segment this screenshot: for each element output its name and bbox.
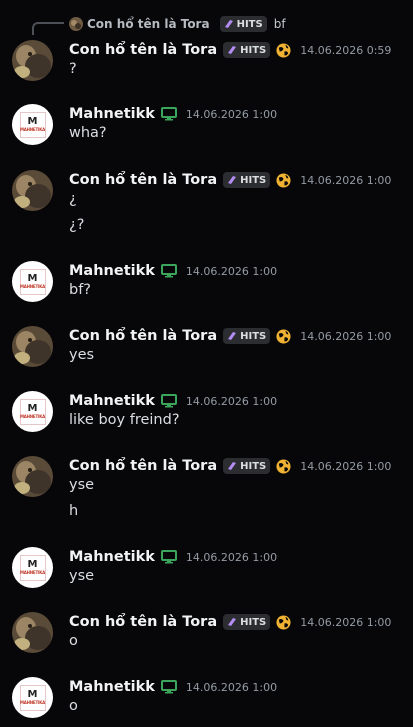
badge-label: HITS	[240, 616, 267, 628]
monitor-icon	[160, 394, 177, 408]
message-text: ¿?	[69, 217, 85, 233]
avatar-tora[interactable]	[12, 326, 53, 367]
logo-text: MAHNETIKA	[19, 700, 46, 705]
crystal-icon	[224, 20, 233, 28]
avatar-mahnetikk[interactable]: M MAHNETIKA	[12, 547, 53, 588]
timestamp: 14.06.2026 1:00	[185, 107, 278, 121]
reply-badge-label: HITS	[236, 18, 263, 30]
badge-label: HITS	[240, 174, 267, 186]
avatar-mahnetikk[interactable]: M MAHNETIKA	[12, 104, 53, 145]
reply-connector	[32, 22, 64, 35]
hits-badge: HITS	[223, 172, 271, 188]
avatar-mahnetikk[interactable]: M MAHNETIKA	[12, 391, 53, 432]
hits-badge: HITS	[223, 42, 271, 58]
logo-text: MAHNETIKA	[19, 570, 46, 575]
message-text: o	[69, 698, 78, 714]
timestamp: 14.06.2026 1:00	[300, 459, 392, 473]
author-name[interactable]: Con hổ tên là Tora	[69, 458, 217, 474]
badge-label: HITS	[240, 460, 267, 472]
reply-text[interactable]: bf	[274, 17, 286, 31]
reply-preview[interactable]: Con hổ tên là Tora HITS bf	[69, 15, 286, 33]
crystal-icon	[228, 46, 237, 54]
crystal-icon	[228, 618, 237, 626]
monitor-icon	[160, 680, 177, 694]
avatar-mahnetikk[interactable]: M MAHNETIKA	[12, 261, 53, 302]
message-text: h	[69, 503, 79, 519]
timestamp: 14.06.2026 1:00	[185, 394, 278, 408]
timestamp: 14.06.2026 1:00	[185, 264, 278, 278]
monitor-icon	[160, 264, 177, 278]
avatar-tora[interactable]	[12, 170, 53, 211]
reply-author[interactable]: Con hổ tên là Tora	[87, 17, 210, 31]
reply-badge: HITS	[219, 16, 267, 32]
avatar-tora[interactable]	[12, 40, 53, 81]
hits-badge: HITS	[223, 614, 271, 630]
badge-label: HITS	[240, 44, 267, 56]
avatar-mahnetikk[interactable]: M MAHNETIKA	[12, 677, 53, 718]
timestamp: 14.06.2026 1:00	[300, 615, 392, 629]
message-text: ?	[69, 61, 77, 77]
hits-badge: HITS	[223, 328, 271, 344]
timestamp: 14.06.2026 0:59	[300, 43, 392, 57]
timestamp: 14.06.2026 1:00	[185, 680, 278, 694]
message-text: ¿	[69, 191, 77, 207]
reply-avatar	[69, 17, 83, 31]
author-name[interactable]: Mahnetikk	[69, 263, 155, 279]
message-text: o	[69, 633, 78, 649]
timestamp: 14.06.2026 1:00	[300, 173, 392, 187]
monitor-icon	[160, 550, 177, 564]
author-name[interactable]: Mahnetikk	[69, 106, 155, 122]
avatar-tora[interactable]	[12, 456, 53, 497]
crystal-icon	[228, 332, 237, 340]
timestamp: 14.06.2026 1:00	[185, 550, 278, 564]
logo-text: MAHNETIKA	[19, 127, 46, 132]
monitor-icon	[160, 107, 177, 121]
message-text: like boy freind?	[69, 412, 180, 428]
author-name[interactable]: Mahnetikk	[69, 679, 155, 695]
timestamp: 14.06.2026 1:00	[300, 329, 392, 343]
author-name[interactable]: Mahnetikk	[69, 393, 155, 409]
message-text: bf?	[69, 282, 92, 298]
author-name[interactable]: Mahnetikk	[69, 549, 155, 565]
crystal-icon	[228, 176, 237, 184]
globe-icon	[276, 458, 291, 474]
message-text: wha?	[69, 125, 107, 141]
author-name[interactable]: Con hổ tên là Tora	[69, 42, 217, 58]
message-text: yes	[69, 347, 95, 363]
globe-icon	[276, 172, 291, 188]
author-name[interactable]: Con hổ tên là Tora	[69, 614, 217, 630]
author-name[interactable]: Con hổ tên là Tora	[69, 172, 217, 188]
author-name[interactable]: Con hổ tên là Tora	[69, 328, 217, 344]
globe-icon	[276, 614, 291, 630]
logo-text: MAHNETIKA	[19, 284, 46, 289]
avatar-tora[interactable]	[12, 612, 53, 653]
message-text: yse	[69, 568, 95, 584]
badge-label: HITS	[240, 330, 267, 342]
logo-text: MAHNETIKA	[19, 414, 46, 419]
hits-badge: HITS	[223, 458, 271, 474]
globe-icon	[276, 328, 291, 344]
message-text: yse	[69, 477, 95, 493]
crystal-icon	[228, 462, 237, 470]
globe-icon	[276, 42, 291, 58]
